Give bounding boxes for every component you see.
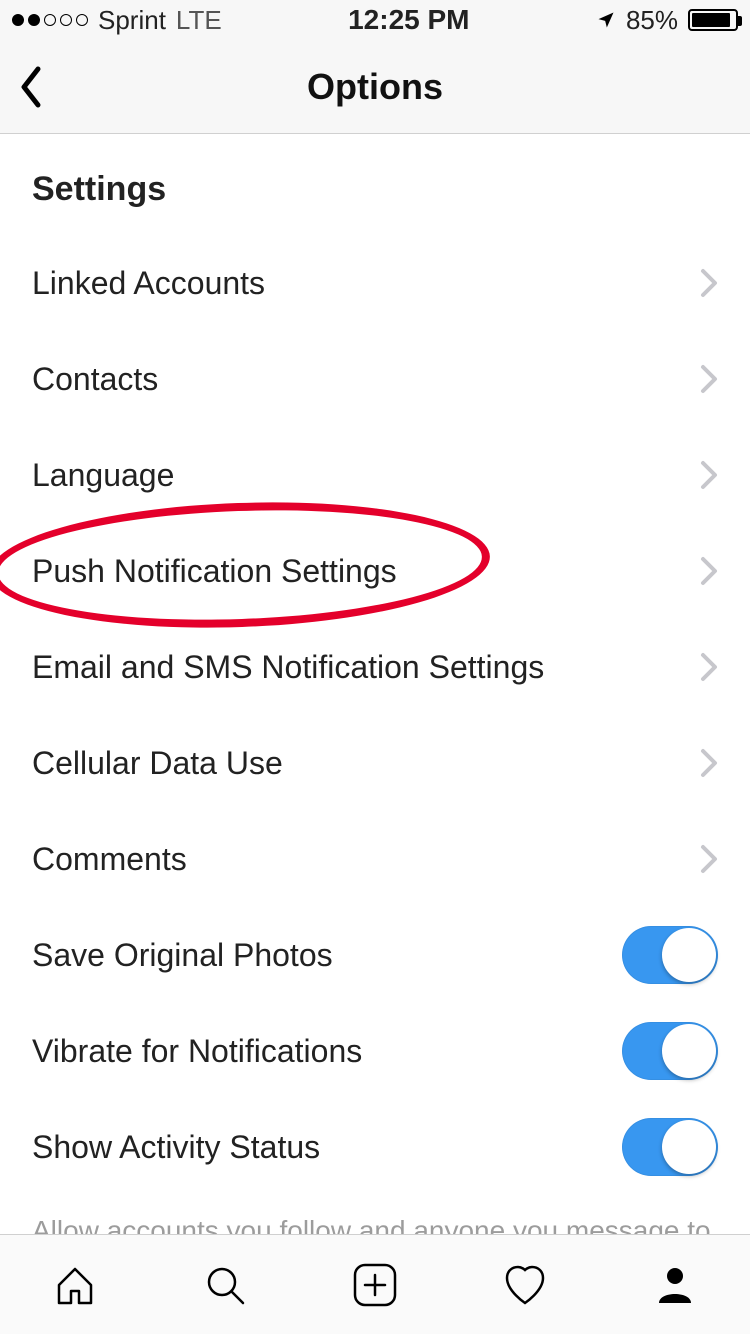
row-push-notifications[interactable]: Push Notification Settings <box>0 523 750 619</box>
row-language[interactable]: Language <box>0 427 750 523</box>
chevron-right-icon <box>700 460 718 490</box>
battery-percent-label: 85% <box>626 5 678 36</box>
status-bar: Sprint LTE 12:25 PM 85% <box>0 0 750 40</box>
settings-content[interactable]: Settings Linked Accounts Contacts Langua… <box>0 134 750 1234</box>
row-vibrate: Vibrate for Notifications <box>0 1003 750 1099</box>
toggle-activity-status[interactable] <box>622 1118 718 1176</box>
network-type-label: LTE <box>176 5 222 36</box>
row-label: Email and SMS Notification Settings <box>32 649 544 686</box>
status-left: Sprint LTE <box>12 5 222 36</box>
carrier-label: Sprint <box>98 5 166 36</box>
row-email-sms[interactable]: Email and SMS Notification Settings <box>0 619 750 715</box>
row-label: Save Original Photos <box>32 937 333 974</box>
chevron-left-icon <box>18 65 44 109</box>
chevron-right-icon <box>700 556 718 586</box>
nav-header: Options <box>0 40 750 134</box>
home-icon <box>51 1261 99 1309</box>
section-heading: Settings <box>0 134 750 235</box>
tab-profile[interactable] <box>600 1235 750 1334</box>
tab-activity[interactable] <box>450 1235 600 1334</box>
plus-square-icon <box>350 1260 400 1310</box>
search-icon <box>201 1261 249 1309</box>
back-button[interactable] <box>18 40 44 133</box>
chevron-right-icon <box>700 268 718 298</box>
battery-icon <box>688 9 738 31</box>
row-cellular[interactable]: Cellular Data Use <box>0 715 750 811</box>
row-label: Contacts <box>32 361 158 398</box>
chevron-right-icon <box>700 364 718 394</box>
toggle-vibrate[interactable] <box>622 1022 718 1080</box>
chevron-right-icon <box>700 844 718 874</box>
row-linked-accounts[interactable]: Linked Accounts <box>0 235 750 331</box>
row-comments[interactable]: Comments <box>0 811 750 907</box>
chevron-right-icon <box>700 652 718 682</box>
chevron-right-icon <box>700 748 718 778</box>
row-label: Show Activity Status <box>32 1129 320 1166</box>
row-save-photos: Save Original Photos <box>0 907 750 1003</box>
page-title: Options <box>307 66 443 108</box>
tab-add[interactable] <box>300 1235 450 1334</box>
tab-bar <box>0 1234 750 1334</box>
heart-icon <box>501 1261 549 1309</box>
tab-search[interactable] <box>150 1235 300 1334</box>
person-icon <box>651 1261 699 1309</box>
signal-strength-icon <box>12 14 88 26</box>
row-activity-status: Show Activity Status <box>0 1099 750 1195</box>
toggle-save-photos[interactable] <box>622 926 718 984</box>
status-right: 85% <box>596 5 738 36</box>
tab-home[interactable] <box>0 1235 150 1334</box>
row-label: Language <box>32 457 174 494</box>
row-label: Vibrate for Notifications <box>32 1033 362 1070</box>
row-label: Push Notification Settings <box>32 553 397 590</box>
row-label: Cellular Data Use <box>32 745 283 782</box>
location-icon <box>596 10 616 30</box>
activity-status-footnote: Allow accounts you follow and anyone you… <box>0 1195 750 1234</box>
clock-label: 12:25 PM <box>348 4 469 36</box>
row-label: Linked Accounts <box>32 265 265 302</box>
row-contacts[interactable]: Contacts <box>0 331 750 427</box>
row-label: Comments <box>32 841 187 878</box>
